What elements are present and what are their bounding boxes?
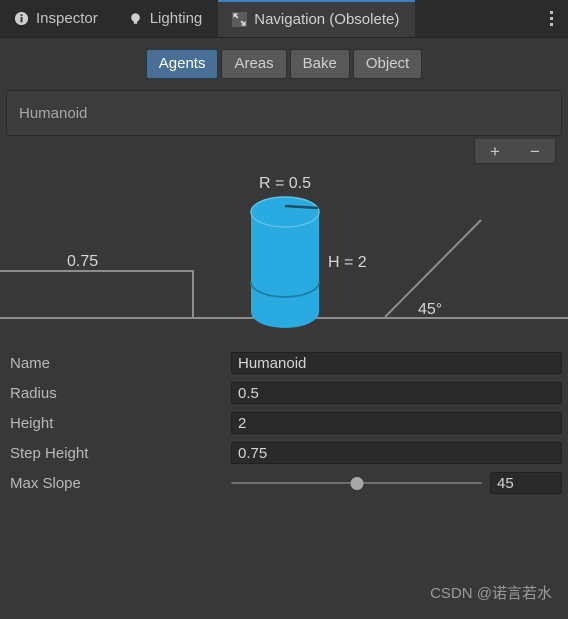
slope-angle-label: 45°	[418, 301, 442, 318]
name-label: Name	[10, 354, 51, 372]
tab-navigation[interactable]: Navigation (Obsolete)	[218, 0, 416, 37]
height-label: H = 2	[328, 254, 367, 271]
mode-button-object[interactable]: Object	[352, 49, 423, 79]
add-remove-button-group: + −	[474, 139, 556, 164]
property-row-radius: Radius 0.5	[6, 378, 562, 408]
step-outline	[0, 270, 194, 318]
max-slope-slider[interactable]	[231, 472, 482, 494]
list-item[interactable]: Humanoid	[7, 105, 87, 122]
kebab-menu-icon[interactable]	[534, 0, 568, 37]
step-height-label: Step Height	[10, 444, 89, 462]
step-height-label: 0.75	[67, 253, 98, 270]
mode-button-areas[interactable]: Areas	[221, 49, 287, 79]
cylinder-top-cap	[250, 196, 320, 228]
max-slope-label: Max Slope	[10, 474, 81, 492]
tab-lighting-label: Lighting	[149, 10, 203, 27]
agent-list-button-bar: + −	[6, 136, 562, 164]
property-row-max-slope: Max Slope 45	[6, 468, 562, 498]
tab-lighting[interactable]: Lighting	[114, 0, 219, 37]
height-label: Height	[10, 414, 54, 432]
slider-thumb[interactable]	[350, 476, 363, 490]
property-row-step-height: Step Height 0.75	[6, 438, 562, 468]
info-icon	[14, 11, 29, 26]
tab-inspector[interactable]: Inspector	[0, 0, 114, 37]
tab-bar-spacer	[415, 0, 534, 37]
height-field[interactable]: 2	[231, 412, 562, 434]
max-slope-control: 45	[231, 472, 562, 494]
add-agent-button[interactable]: +	[475, 139, 515, 163]
radius-field[interactable]: 0.5	[231, 382, 562, 404]
max-slope-field[interactable]: 45	[490, 472, 562, 494]
agent-list-section: Humanoid + −	[0, 90, 568, 164]
mode-button-agents[interactable]: Agents	[145, 49, 219, 79]
agent-properties: Name Humanoid Radius 0.5 Height 2 Step H…	[0, 342, 568, 498]
radius-label: Radius	[10, 384, 57, 402]
diagram-svg: R = 0.5 H = 2 0.75 45°	[0, 175, 568, 328]
property-row-height: Height 2	[6, 408, 562, 438]
navigation-mode-toolbar: Agents Areas Bake Object	[0, 38, 568, 90]
mode-segmented-control: Agents Areas Bake Object	[145, 49, 423, 79]
watermark: CSDN @诺言若水	[430, 585, 552, 602]
navigation-icon	[232, 12, 248, 27]
name-field[interactable]: Humanoid	[231, 352, 562, 374]
remove-agent-button[interactable]: −	[515, 139, 555, 163]
agent-list[interactable]: Humanoid	[6, 90, 562, 136]
tab-inspector-label: Inspector	[36, 10, 98, 27]
mode-button-bake[interactable]: Bake	[289, 49, 350, 79]
step-height-field[interactable]: 0.75	[231, 442, 562, 464]
agent-cylinder	[250, 196, 320, 328]
cylinder-body	[251, 212, 319, 328]
tab-navigation-label: Navigation (Obsolete)	[254, 11, 400, 28]
radius-label: R = 0.5	[259, 175, 311, 192]
agent-dimensions-diagram: R = 0.5 H = 2 0.75 45°	[0, 164, 568, 342]
property-row-name: Name Humanoid	[6, 348, 562, 378]
window-tab-bar: Inspector Lighting Navigation (Obsolete)	[0, 0, 568, 38]
lightbulb-icon	[128, 11, 143, 26]
